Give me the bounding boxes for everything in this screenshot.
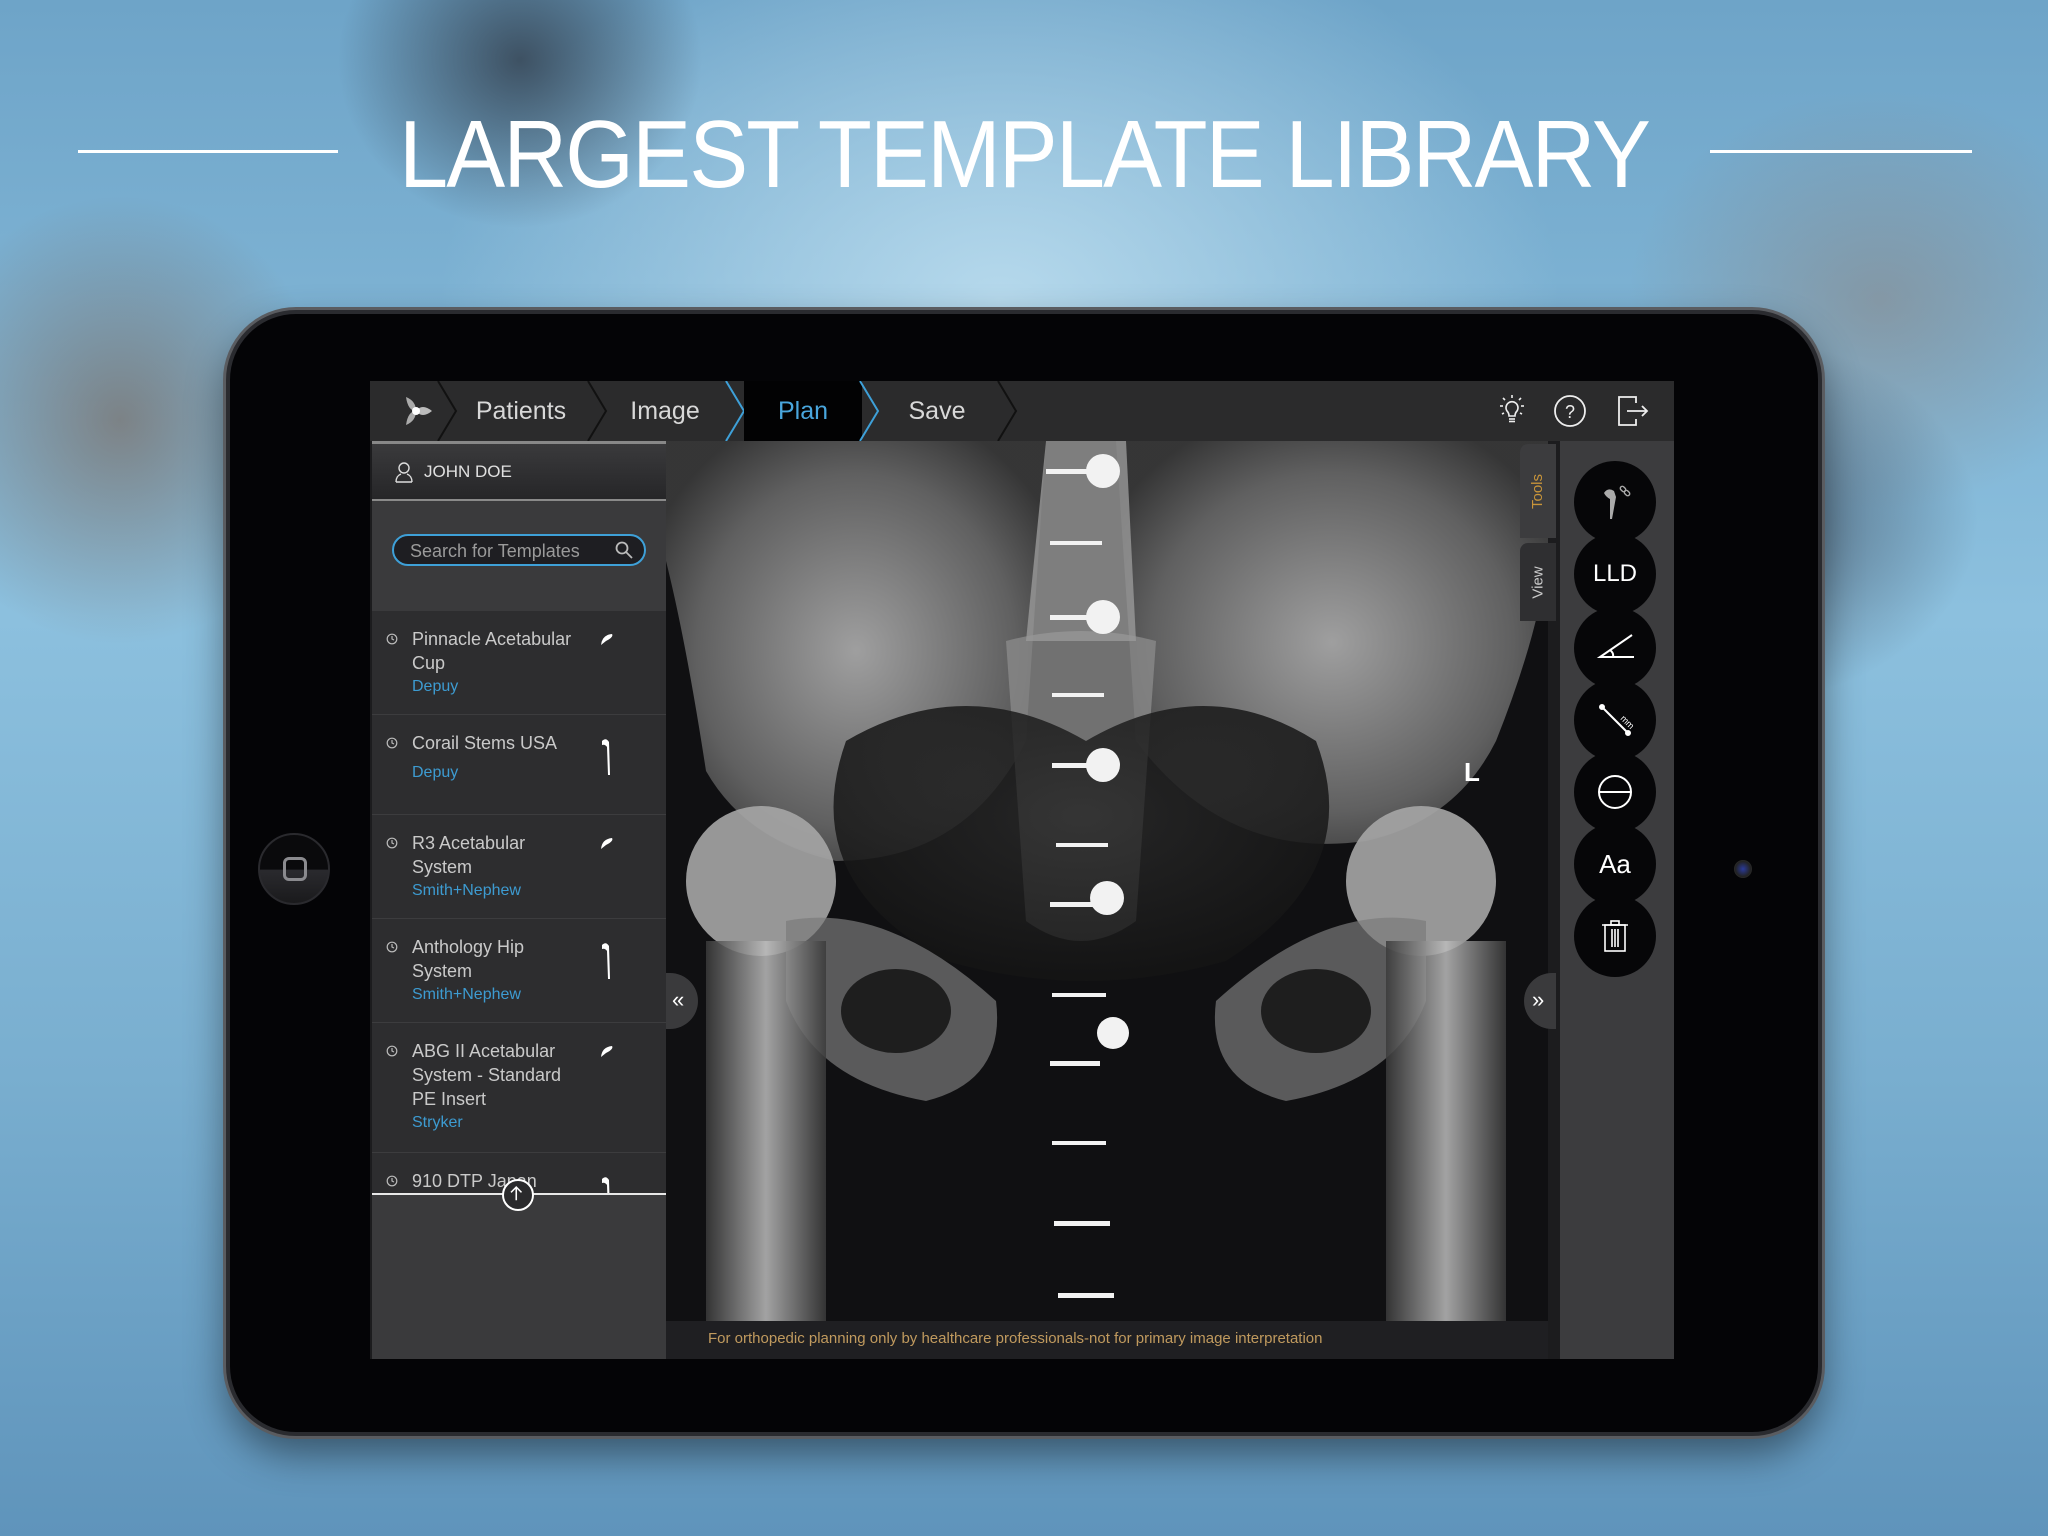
breadcrumb-patients[interactable]: Patients [456, 381, 586, 441]
template-list-item[interactable]: Anthology Hip System Smith+Nephew [372, 919, 666, 1023]
circle-tool[interactable] [1574, 751, 1656, 833]
femoral-stem-icon [602, 1177, 610, 1193]
template-title: 910 DTP Japan [412, 1171, 537, 1191]
tab-tools[interactable]: Tools [1520, 444, 1556, 538]
breadcrumb-plan[interactable]: Plan [744, 381, 862, 441]
angle-tool[interactable] [1574, 607, 1656, 689]
circle-diameter-icon [1598, 775, 1632, 809]
decorative-rule-right [1710, 150, 1972, 153]
breadcrumb-save[interactable]: Save [878, 381, 996, 441]
implant-template-tool[interactable] [1574, 461, 1656, 543]
svg-text:?: ? [1565, 402, 1575, 422]
template-brand: Stryker [412, 1114, 463, 1131]
breadcrumb-image[interactable]: Image [606, 381, 724, 441]
double-chevron-right-icon: » [1532, 987, 1545, 1012]
text-tool[interactable]: Aa [1574, 823, 1656, 905]
disclaimer-bar: For orthopedic planning only by healthca… [666, 1321, 1548, 1359]
recent-clock-icon [386, 633, 398, 645]
user-icon [395, 462, 413, 483]
template-brand: Depuy [412, 678, 459, 695]
template-brand: Depuy [412, 764, 459, 781]
patient-header: JOHN DOE [372, 441, 666, 501]
template-list-item[interactable]: Corail Stems USA Depuy [372, 715, 666, 815]
double-chevron-left-icon: « [672, 987, 685, 1012]
breadcrumb-separator [997, 381, 1018, 441]
template-search-input[interactable] [408, 538, 612, 564]
front-camera [1734, 860, 1752, 878]
xray-image-viewer[interactable] [666, 441, 1548, 1321]
template-title: Anthology Hip System [412, 937, 525, 981]
logout-icon[interactable] [1614, 393, 1650, 429]
template-list[interactable]: Pinnacle Acetabular Cup Depuy Corail Ste… [372, 611, 666, 1193]
template-search-box[interactable] [392, 534, 646, 566]
template-title: ABG II Acetabular System - Standard PE I… [412, 1041, 562, 1109]
scroll-to-top-button[interactable] [502, 1179, 534, 1211]
recent-clock-icon [386, 837, 398, 849]
list-footer [372, 1179, 666, 1359]
home-square-icon [283, 857, 307, 881]
search-icon[interactable] [614, 540, 634, 560]
angle-icon [1596, 634, 1634, 658]
delete-tool[interactable] [1574, 895, 1656, 977]
home-button[interactable] [258, 833, 330, 905]
trash-icon [1602, 920, 1628, 952]
lightbulb-icon[interactable] [1494, 393, 1530, 429]
acetabular-cup-icon [601, 1046, 613, 1057]
recent-clock-icon [386, 1175, 398, 1187]
template-brand: Smith+Nephew [412, 882, 521, 899]
top-navigation-bar: Patients Image Plan Save ? [370, 381, 1674, 441]
tab-view[interactable]: View [1520, 543, 1556, 621]
template-title: R3 Acetabular System [412, 833, 526, 877]
pelvis-xray-image[interactable] [666, 441, 1548, 1321]
disclaimer-text: For orthopedic planning only by healthca… [708, 1330, 1323, 1347]
right-femur-shaft [1386, 941, 1506, 1321]
app-logo-icon[interactable] [398, 393, 434, 429]
measure-line-icon: mm [1599, 704, 1637, 736]
template-sidebar: JOHN DOE Pinnacle Acetabular Cup Depuy C… [372, 441, 666, 1359]
laterality-marker: L [1464, 757, 1480, 787]
leg-length-discrepancy-tool[interactable]: LLD [1574, 533, 1656, 615]
template-list-item[interactable]: R3 Acetabular System Smith+Nephew [372, 815, 666, 919]
help-icon[interactable]: ? [1552, 393, 1588, 429]
template-title: Corail Stems USA [412, 733, 558, 753]
svg-text:mm: mm [1619, 713, 1637, 731]
hip-implant-link-icon [1604, 485, 1631, 519]
femoral-stem-icon [602, 943, 610, 979]
recent-clock-icon [386, 1045, 398, 1057]
recent-clock-icon [386, 737, 398, 749]
app-screen: Patients Image Plan Save ? JOHN DOE Sear… [370, 381, 1674, 1359]
acetabular-cup-icon [601, 634, 613, 645]
template-list-item[interactable]: Pinnacle Acetabular Cup Depuy [372, 611, 666, 715]
acetabular-cup-icon [601, 838, 613, 849]
template-brand: Smith+Nephew [412, 986, 521, 1003]
template-list-item[interactable]: ABG II Acetabular System - Standard PE I… [372, 1023, 666, 1153]
femoral-stem-icon [602, 739, 610, 775]
recent-clock-icon [386, 941, 398, 953]
search-area [372, 501, 666, 611]
patient-name: JOHN DOE [424, 462, 512, 481]
template-title: Pinnacle Acetabular Cup [412, 629, 572, 673]
left-femur-shaft [706, 941, 826, 1321]
headline: LARGEST TEMPLATE LIBRARY [398, 101, 1651, 208]
ruler-tool[interactable]: mm [1574, 679, 1656, 761]
